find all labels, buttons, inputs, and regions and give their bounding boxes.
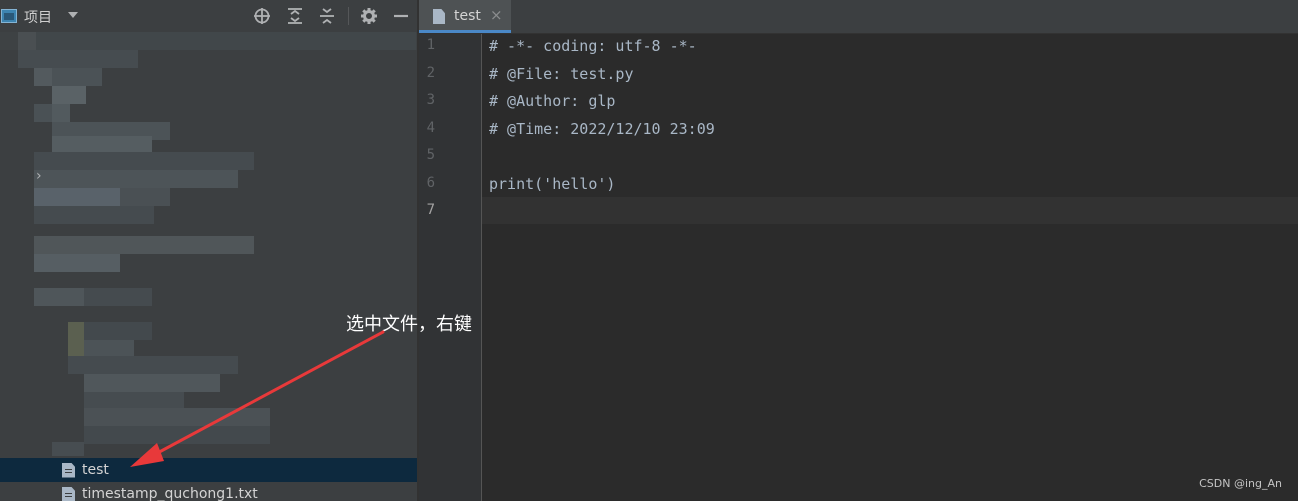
line-number: 1 (426, 37, 435, 53)
code-line: # @File: test.py (489, 64, 634, 83)
minimize-icon[interactable] (391, 6, 411, 26)
expand-all-icon[interactable] (285, 6, 305, 26)
project-panel-title[interactable]: 项目 (24, 7, 52, 27)
gear-icon[interactable] (359, 6, 379, 26)
project-toolbar: 项目 (0, 0, 417, 32)
code-line: # -*- coding: utf-8 -*- (489, 37, 697, 55)
tree-item-test[interactable]: test (0, 458, 417, 482)
python-file-icon (62, 462, 75, 478)
line-number: 2 (426, 64, 435, 81)
line-number: 5 (426, 147, 435, 163)
tab-label: test (454, 8, 481, 24)
collapse-all-icon[interactable] (317, 6, 337, 26)
line-number: 6 (426, 174, 435, 191)
code-line: # @Author: glp (489, 92, 616, 110)
annotation-text: 选中文件，右键 (346, 314, 472, 335)
text-file-icon (62, 486, 75, 501)
line-number-gutter: 1 2 3 4 5 6 7 (419, 34, 481, 501)
project-panel: 项目 › test timestamp_quchong1.txt (0, 0, 417, 501)
obscured-file-tree: › (0, 32, 417, 456)
python-file-icon (433, 9, 445, 24)
tab-test[interactable]: test × (419, 0, 511, 33)
locate-file-icon[interactable] (252, 6, 272, 26)
code-line: # @Time: 2022/12/10 23:09 (489, 119, 715, 138)
chevron-down-icon[interactable] (68, 12, 78, 18)
line-number: 4 (426, 119, 435, 136)
editor-tab-bar: test × (419, 0, 1298, 34)
tree-item-label: timestamp_quchong1.txt (82, 486, 258, 501)
active-tab-indicator (419, 30, 511, 33)
code-editor[interactable]: # -*- coding: utf-8 -*- # @File: test.py #… (482, 34, 1298, 501)
line-number: 7 (426, 202, 435, 218)
tree-item-label: test (82, 462, 109, 478)
chevron-right-icon[interactable]: › (36, 168, 42, 184)
tree-item-timestamp-file[interactable]: timestamp_quchong1.txt (0, 482, 417, 501)
current-line-highlight (482, 197, 1298, 224)
code-line: print('hello') (489, 174, 616, 193)
toolbar-separator (348, 7, 349, 25)
line-number: 3 (426, 92, 435, 108)
project-window-icon (1, 9, 17, 23)
close-icon[interactable]: × (490, 6, 503, 24)
watermark: CSDN @ing_An (1199, 477, 1282, 490)
